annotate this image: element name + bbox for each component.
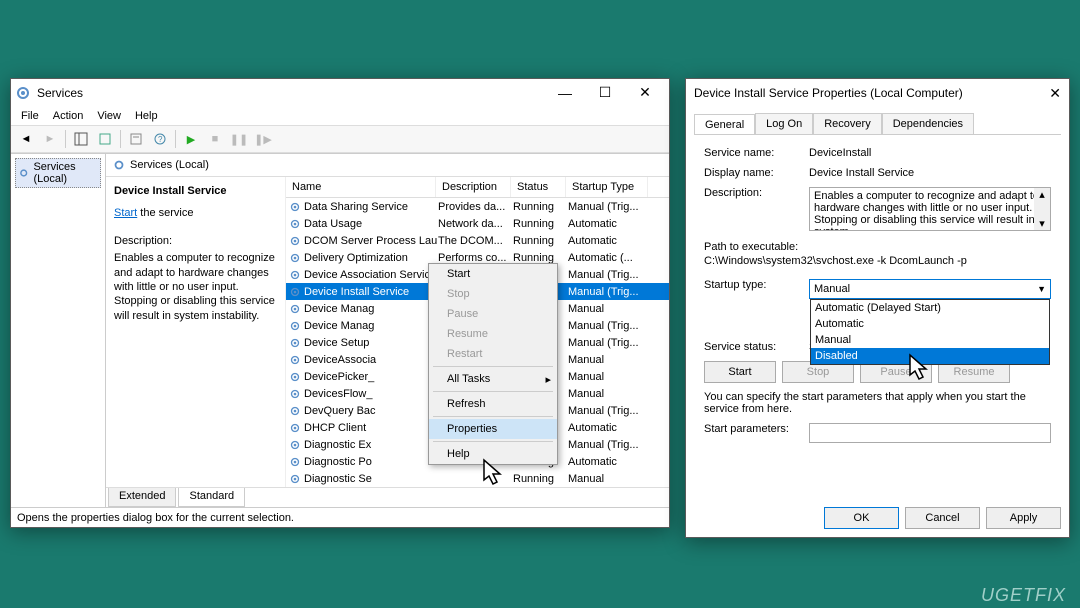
start-link[interactable]: Start	[114, 207, 137, 219]
panel-header: Services (Local)	[106, 154, 669, 177]
service-name-value: DeviceInstall	[809, 147, 1051, 159]
toolbar: ◄ ► ? ▶ ■ ❚❚ ❚▶	[11, 125, 669, 153]
services-icon	[15, 85, 31, 101]
menubar: File Action View Help	[11, 106, 669, 125]
scrollbar[interactable]: ▴▾	[1034, 188, 1050, 230]
ctx-all-tasks[interactable]: All Tasks▸	[429, 369, 557, 389]
apply-button[interactable]: Apply	[986, 507, 1061, 529]
ctx-refresh[interactable]: Refresh	[429, 394, 557, 414]
col-startup[interactable]: Startup Type	[566, 177, 648, 197]
ctx-help[interactable]: Help	[429, 444, 557, 464]
service-row[interactable]: Data UsageNetwork da...RunningAutomatic	[286, 215, 669, 232]
tab-general[interactable]: General	[694, 114, 755, 135]
tab-strip: General Log On Recovery Dependencies	[686, 107, 1069, 134]
ctx-properties[interactable]: Properties	[429, 419, 557, 439]
start-params-label: Start parameters:	[704, 423, 809, 435]
close-button[interactable]: ✕	[1049, 85, 1061, 102]
export-button[interactable]	[94, 128, 116, 150]
start-service-button[interactable]: ▶	[180, 128, 202, 150]
properties-dialog: Device Install Service Properties (Local…	[685, 78, 1070, 538]
services-window: Services — ☐ ✕ File Action View Help ◄ ►…	[10, 78, 670, 528]
start-button[interactable]: Start	[704, 361, 776, 383]
ctx-restart: Restart	[429, 344, 557, 364]
service-row[interactable]: Data Sharing ServiceProvides da...Runnin…	[286, 198, 669, 215]
menu-help[interactable]: Help	[129, 108, 164, 124]
ctx-resume: Resume	[429, 324, 557, 344]
startup-option[interactable]: Disabled	[811, 348, 1049, 364]
chevron-down-icon: ▼	[1037, 284, 1046, 294]
description-box[interactable]: Enables a computer to recognize and adap…	[809, 187, 1051, 231]
startup-option[interactable]: Automatic (Delayed Start)	[811, 300, 1049, 316]
ctx-stop: Stop	[429, 284, 557, 304]
titlebar: Services — ☐ ✕	[11, 79, 669, 106]
menu-file[interactable]: File	[15, 108, 45, 124]
display-name-label: Display name:	[704, 167, 809, 179]
service-name-label: Service name:	[704, 147, 809, 159]
watermark: UGETFIX	[981, 585, 1066, 606]
startup-type-combo[interactable]: Manual ▼ Automatic (Delayed Start)Automa…	[809, 279, 1051, 299]
minimize-button[interactable]: —	[545, 81, 585, 105]
list-header: Name Description Status Startup Type	[286, 177, 669, 198]
ok-button[interactable]: OK	[824, 507, 899, 529]
tab-logon[interactable]: Log On	[755, 113, 813, 134]
back-button[interactable]: ◄	[15, 128, 37, 150]
cancel-button[interactable]: Cancel	[905, 507, 980, 529]
properties-button[interactable]	[125, 128, 147, 150]
col-desc[interactable]: Description	[436, 177, 511, 197]
context-menu: StartStopPauseResumeRestart All Tasks▸ Ref…	[428, 263, 558, 465]
show-hide-button[interactable]	[70, 128, 92, 150]
gear-icon	[112, 158, 126, 172]
gear-icon	[18, 166, 29, 180]
tab-dependencies[interactable]: Dependencies	[882, 113, 974, 134]
ctx-pause: Pause	[429, 304, 557, 324]
service-row[interactable]: Diagnostic SeRunningManual	[286, 470, 669, 487]
tree-pane: Services (Local)	[11, 154, 106, 507]
tab-recovery[interactable]: Recovery	[813, 113, 881, 134]
menu-view[interactable]: View	[91, 108, 127, 124]
menu-action[interactable]: Action	[47, 108, 90, 124]
close-button[interactable]: ✕	[625, 81, 665, 105]
start-params-input[interactable]	[809, 423, 1051, 443]
path-value: C:\Windows\system32\svchost.exe -k DcomL…	[704, 255, 1051, 267]
ctx-start[interactable]: Start	[429, 264, 557, 284]
startup-type-dropdown: Automatic (Delayed Start)AutomaticManual…	[810, 299, 1050, 365]
startup-option[interactable]: Automatic	[811, 316, 1049, 332]
selected-service-title: Device Install Service	[114, 185, 277, 197]
statusbar: Opens the properties dialog box for the …	[11, 507, 669, 527]
description-label: Description:	[704, 187, 809, 199]
startup-type-label: Startup type:	[704, 279, 809, 291]
pause-service-button[interactable]: ❚❚	[228, 128, 250, 150]
col-status[interactable]: Status	[511, 177, 566, 197]
bottom-tabs: Extended Standard	[106, 487, 669, 507]
service-row[interactable]: DCOM Server Process Laun...The DCOM...Ru…	[286, 232, 669, 249]
dialog-title: Device Install Service Properties (Local…	[694, 86, 963, 100]
description-text: Enables a computer to recognize and adap…	[114, 251, 277, 322]
dialog-footer: OK Cancel Apply	[686, 499, 1069, 537]
description-label: Description:	[114, 235, 277, 247]
dialog-titlebar: Device Install Service Properties (Local…	[686, 79, 1069, 107]
service-status-label: Service status:	[704, 341, 809, 353]
tab-standard[interactable]: Standard	[178, 488, 245, 507]
path-label: Path to executable:	[704, 241, 1051, 253]
display-name-value: Device Install Service	[809, 167, 1051, 179]
stop-service-button[interactable]: ■	[204, 128, 226, 150]
svg-text:?: ?	[158, 135, 163, 144]
maximize-button[interactable]: ☐	[585, 81, 625, 105]
forward-button[interactable]: ►	[39, 128, 61, 150]
col-name[interactable]: Name	[286, 177, 436, 197]
window-title: Services	[37, 86, 545, 100]
restart-service-button[interactable]: ❚▶	[252, 128, 274, 150]
specify-text: You can specify the start parameters tha…	[704, 391, 1051, 415]
tree-root-node[interactable]: Services (Local)	[15, 158, 101, 188]
tab-extended[interactable]: Extended	[108, 488, 176, 507]
startup-option[interactable]: Manual	[811, 332, 1049, 348]
help-button[interactable]: ?	[149, 128, 171, 150]
detail-panel: Device Install Service Start the service…	[106, 177, 286, 487]
